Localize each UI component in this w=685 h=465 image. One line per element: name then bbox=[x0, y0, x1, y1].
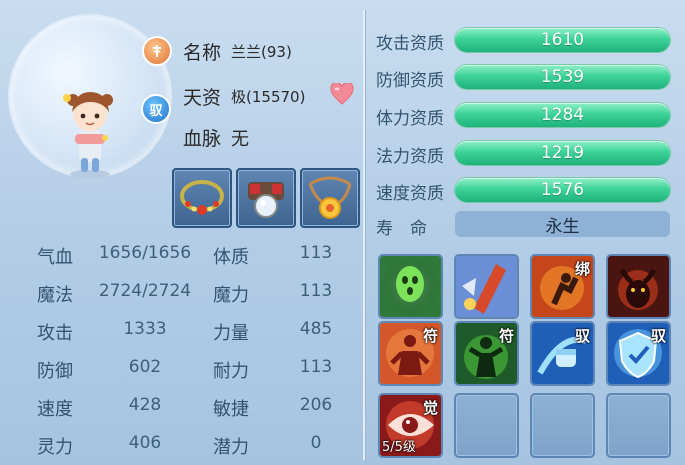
equip-slot-armor[interactable] bbox=[236, 168, 296, 228]
skill-tag: 符 bbox=[422, 327, 438, 345]
panel-divider bbox=[363, 10, 365, 460]
skill-tag: 符 bbox=[498, 327, 514, 345]
red-blade-strike-icon bbox=[456, 256, 517, 317]
stat-value: 1656/1656 bbox=[98, 243, 192, 263]
skill-level: 5/5级 bbox=[382, 440, 416, 455]
stat-value: 1333 bbox=[123, 319, 167, 339]
skill-slot[interactable]: 驭 bbox=[530, 321, 595, 386]
stat-label: 灵力 bbox=[37, 437, 73, 458]
empty-skill-slot[interactable] bbox=[606, 393, 671, 458]
skill-slot[interactable]: 绑 bbox=[530, 254, 595, 319]
skill-tag: 驭 bbox=[574, 327, 590, 345]
skill-slot[interactable] bbox=[606, 254, 671, 319]
stat-label: 魔法 bbox=[37, 285, 73, 306]
stat-label: 体质 bbox=[213, 247, 249, 268]
aptitude-label: 速度资质 bbox=[376, 184, 444, 204]
pet-avatar-icon bbox=[63, 92, 113, 178]
aptitude-label: 体力资质 bbox=[376, 109, 444, 129]
stat-label: 潜力 bbox=[213, 437, 249, 458]
aptitude-bar: 1219 bbox=[455, 141, 670, 165]
bloodline-label: 血脉 bbox=[183, 128, 222, 150]
stat-value: 602 bbox=[128, 357, 162, 377]
aptitude-label: 攻击资质 bbox=[376, 34, 444, 54]
stat-value: 113 bbox=[299, 243, 333, 263]
stat-value: 428 bbox=[128, 395, 162, 415]
aptitude-bar: 1610 bbox=[455, 28, 670, 52]
stat-value: 2724/2724 bbox=[98, 281, 192, 301]
empty-skill-slot[interactable] bbox=[530, 393, 595, 458]
bloodline-value: 无 bbox=[231, 129, 249, 150]
heart-icon[interactable] bbox=[330, 83, 354, 105]
equip-slot-amulet[interactable] bbox=[300, 168, 360, 228]
skill-slot[interactable]: 符 bbox=[454, 321, 519, 386]
skill-tag: 驭 bbox=[650, 327, 666, 345]
stat-label: 速度 bbox=[37, 399, 73, 420]
stat-value: 113 bbox=[299, 281, 333, 301]
aptitude-bar: 1539 bbox=[455, 65, 670, 89]
horned-demon-icon bbox=[608, 256, 669, 317]
talent-value: 极(15570) bbox=[231, 88, 306, 106]
jeweled-collar-icon bbox=[180, 180, 224, 215]
skill-slot[interactable]: 符 bbox=[378, 321, 443, 386]
empty-skill-slot[interactable] bbox=[454, 393, 519, 458]
name-value: 兰兰(93) bbox=[231, 43, 292, 61]
stat-label: 力量 bbox=[213, 323, 249, 344]
aptitude-label: 法力资质 bbox=[376, 147, 444, 167]
lifespan-label: 寿 命 bbox=[376, 219, 427, 239]
stat-label: 攻击 bbox=[37, 323, 73, 344]
tame-badge-icon[interactable]: 驭 bbox=[141, 94, 171, 124]
skill-slot[interactable]: 驭 bbox=[606, 321, 671, 386]
stat-value: 485 bbox=[299, 319, 333, 339]
stat-label: 耐力 bbox=[213, 361, 249, 382]
skill-tag: 绑 bbox=[574, 260, 590, 278]
armor-orb-icon bbox=[248, 182, 284, 218]
stat-value: 406 bbox=[128, 433, 162, 453]
skill-slot[interactable]: 觉 5/5级 bbox=[378, 393, 443, 458]
stat-label: 魔力 bbox=[213, 285, 249, 306]
skill-tag: 觉 bbox=[422, 399, 438, 417]
equip-slot-collar[interactable] bbox=[172, 168, 232, 228]
pet-attribute-panel: 驭 名称 兰兰(93) 天资 极(15570) 血脉 无 气血 1656/165… bbox=[0, 0, 685, 465]
aptitude-bar: 1576 bbox=[455, 178, 670, 202]
skill-slot[interactable] bbox=[454, 254, 519, 319]
stat-label: 防御 bbox=[37, 361, 73, 382]
aptitude-label: 防御资质 bbox=[376, 71, 444, 91]
sun-amulet-icon bbox=[308, 176, 352, 219]
stat-label: 敏捷 bbox=[213, 399, 249, 420]
name-label: 名称 bbox=[183, 42, 222, 64]
green-spirit-icon bbox=[380, 256, 441, 317]
lifespan-value: 永生 bbox=[455, 211, 670, 237]
stat-value: 113 bbox=[299, 357, 333, 377]
skill-slot[interactable] bbox=[378, 254, 443, 319]
talent-label: 天资 bbox=[183, 87, 222, 109]
stat-label: 气血 bbox=[37, 247, 73, 268]
element-badge-icon[interactable] bbox=[142, 36, 172, 66]
aptitude-bar: 1284 bbox=[455, 103, 670, 127]
stat-value: 206 bbox=[299, 395, 333, 415]
stat-value: 0 bbox=[310, 433, 322, 453]
